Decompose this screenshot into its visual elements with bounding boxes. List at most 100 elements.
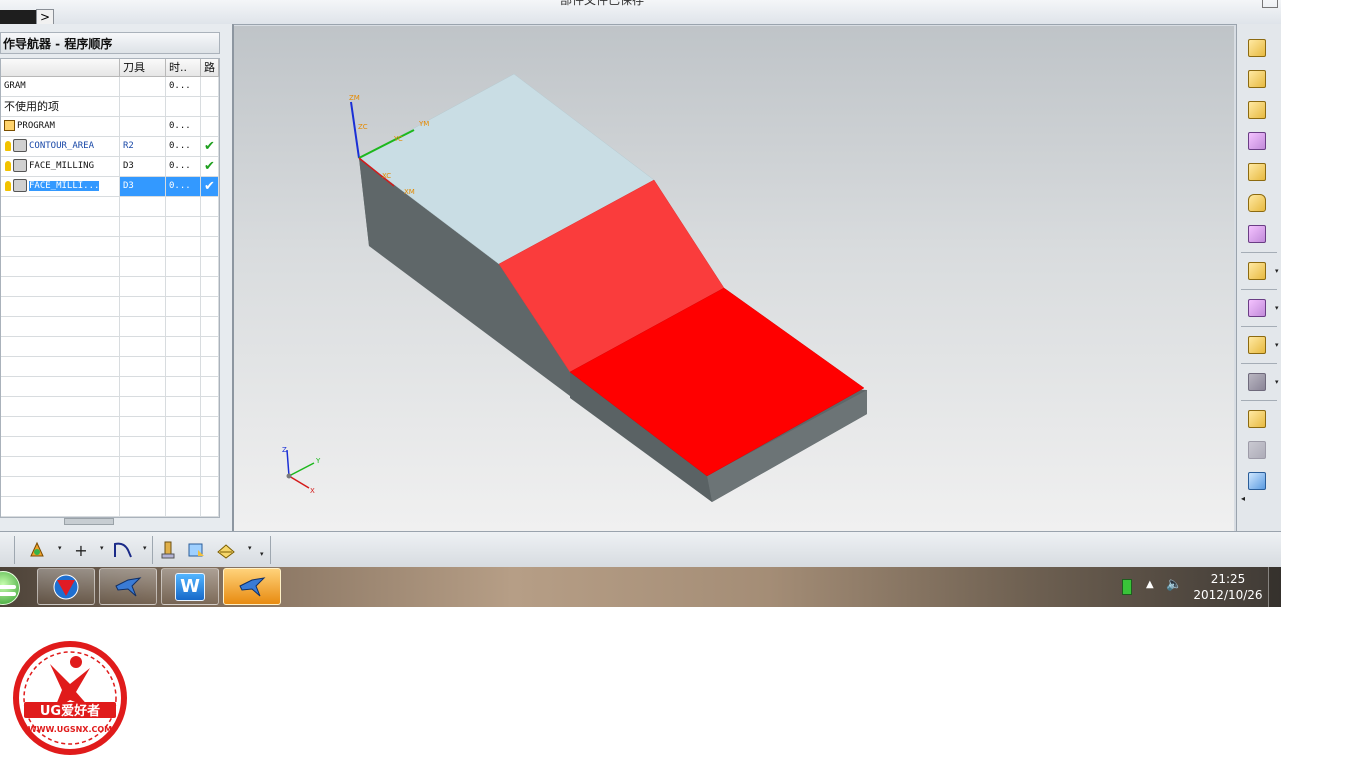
wcs-orient-icon[interactable] xyxy=(1243,96,1271,124)
row-name-cell[interactable]: FACE_MILLI... xyxy=(1,177,120,196)
curve-icon[interactable] xyxy=(112,540,134,560)
restore-window-icon[interactable] xyxy=(1262,0,1278,8)
column-header-tool[interactable]: 刀具 xyxy=(120,59,166,77)
operation-navigator: 作导航器 - 程序顺序 刀具 时.. 路 GRAM 0... 不使用的项 PROGRA… xyxy=(0,24,234,531)
tool-cell: D3 xyxy=(120,157,166,176)
start-orb-icon[interactable] xyxy=(0,571,20,605)
navigator-row[interactable]: FACE_MILLI... D3 0... ✔ xyxy=(1,177,219,197)
navigator-row[interactable]: CONTOUR_AREA R2 0... ✔ xyxy=(1,137,219,157)
empty-row[interactable] xyxy=(1,497,219,517)
empty-row[interactable] xyxy=(1,417,219,437)
show-desktop-button[interactable] xyxy=(1268,567,1281,607)
split-geometry-icon[interactable]: ▾ xyxy=(1243,294,1279,322)
fixture-icon[interactable] xyxy=(215,540,237,560)
resize-grip[interactable] xyxy=(64,518,114,525)
empty-cell xyxy=(201,277,219,296)
blank-icon[interactable] xyxy=(185,540,207,560)
navigator-row[interactable]: FACE_MILLING D3 0... ✔ xyxy=(1,157,219,177)
point-dropdown-icon[interactable]: ▾ xyxy=(100,544,104,552)
empty-row[interactable] xyxy=(1,377,219,397)
column-header-path[interactable]: 路 xyxy=(201,59,219,77)
empty-cell xyxy=(120,417,166,436)
empty-cell xyxy=(1,377,120,396)
wcs-yc-label: YC xyxy=(393,135,403,143)
empty-cell xyxy=(1,497,120,516)
empty-row[interactable] xyxy=(1,217,219,237)
navigator-row[interactable]: GRAM 0... xyxy=(1,77,219,97)
contour-operation-icon xyxy=(13,139,27,152)
wcs-xc-label: XC xyxy=(382,172,391,180)
operation-name: FACE_MILLI... xyxy=(29,181,100,191)
empty-cell xyxy=(120,457,166,476)
view-triad: Z Y X xyxy=(282,446,321,495)
taskbar-bird-app-1[interactable] xyxy=(99,568,157,605)
navigator-row[interactable]: 不使用的项 xyxy=(1,97,219,117)
empty-row[interactable] xyxy=(1,297,219,317)
more-tools-arrow-icon[interactable]: ◂ xyxy=(1241,494,1245,503)
empty-row[interactable] xyxy=(1,237,219,257)
volume-icon[interactable]: 🔈 xyxy=(1166,577,1182,592)
empty-row[interactable] xyxy=(1,257,219,277)
wcs-origin-icon[interactable] xyxy=(1243,34,1271,62)
operation-name: FACE_MILLING xyxy=(29,161,95,171)
dimmed-body-icon[interactable] xyxy=(1243,436,1271,464)
status-bulb-icon xyxy=(5,180,11,191)
insert-operation-icon[interactable] xyxy=(26,540,48,560)
navigator-footer xyxy=(0,518,220,526)
empty-cell xyxy=(1,277,120,296)
tool-holder-icon[interactable] xyxy=(157,540,179,560)
curve-dropdown-icon[interactable]: ▾ xyxy=(143,544,147,552)
empty-row[interactable] xyxy=(1,477,219,497)
feature-icon[interactable] xyxy=(1243,158,1271,186)
taskbar-clock[interactable]: 21:25 2012/10/26 xyxy=(1190,571,1266,603)
path-status-cell xyxy=(201,97,219,116)
taskbar-bird-app-2[interactable] xyxy=(223,568,281,605)
empty-row[interactable] xyxy=(1,337,219,357)
toolbar-options-icon[interactable]: ▾ xyxy=(260,550,264,558)
show-hidden-icons-icon[interactable]: ▲ xyxy=(1146,579,1154,590)
row-name-cell[interactable]: FACE_MILLING xyxy=(1,157,120,176)
empty-cell xyxy=(201,257,219,276)
empty-row[interactable] xyxy=(1,437,219,457)
save-wcs-icon[interactable] xyxy=(1243,127,1271,155)
point-icon[interactable]: + xyxy=(70,540,92,560)
column-header-time[interactable]: 时.. xyxy=(166,59,201,77)
empty-row[interactable] xyxy=(1,277,219,297)
insert-operation-dropdown-icon[interactable]: ▾ xyxy=(58,544,62,552)
row-name-cell[interactable]: CONTOUR_AREA xyxy=(1,137,120,156)
row-name-cell[interactable]: GRAM xyxy=(1,77,120,96)
empty-row[interactable] xyxy=(1,317,219,337)
taskbar-word-app[interactable]: W xyxy=(161,568,219,605)
empty-cell xyxy=(166,237,201,256)
taskbar-nx-app[interactable] xyxy=(37,568,95,605)
part-model-view[interactable]: ZM ZC YC YM XC XM Z Y X xyxy=(234,26,1234,531)
graphics-viewport[interactable]: ZM ZC YC YM XC XM Z Y X xyxy=(234,26,1234,531)
empty-cell xyxy=(166,277,201,296)
empty-cell xyxy=(120,237,166,256)
row-name-cell[interactable]: PROGRAM xyxy=(1,117,120,136)
triad-x-label: X xyxy=(310,487,315,495)
empty-cell xyxy=(1,297,120,316)
measure-geometry-icon[interactable]: ▾ xyxy=(1243,331,1279,359)
navigator-row[interactable]: PROGRAM 0... xyxy=(1,117,219,137)
empty-row[interactable] xyxy=(1,457,219,477)
cylinder-icon[interactable] xyxy=(1243,189,1271,217)
wcs-zm-label: ZM xyxy=(349,94,360,102)
empty-cell xyxy=(120,297,166,316)
logo-emblem: UG爱好者 WWW.UGSNX.COM xyxy=(13,641,127,755)
empty-cell xyxy=(1,417,120,436)
shaded-body-icon[interactable]: ▾ xyxy=(1243,368,1279,396)
empty-row[interactable] xyxy=(1,357,219,377)
empty-row[interactable] xyxy=(1,397,219,417)
empty-row[interactable] xyxy=(1,197,219,217)
navigator-title: 作导航器 - 程序顺序 xyxy=(0,32,220,54)
row-name-cell[interactable]: 不使用的项 xyxy=(1,97,120,116)
fixture-dropdown-icon[interactable]: ▾ xyxy=(248,544,252,552)
column-header-name[interactable] xyxy=(1,59,120,77)
wcs-rotate-icon[interactable] xyxy=(1243,65,1271,93)
delete-body-icon[interactable] xyxy=(1243,220,1271,248)
resource-settings-icon[interactable] xyxy=(1243,467,1271,495)
select-body-icon[interactable] xyxy=(1243,405,1271,433)
battery-icon[interactable] xyxy=(1122,579,1132,595)
copy-geometry-icon[interactable]: ▾ xyxy=(1243,257,1279,285)
